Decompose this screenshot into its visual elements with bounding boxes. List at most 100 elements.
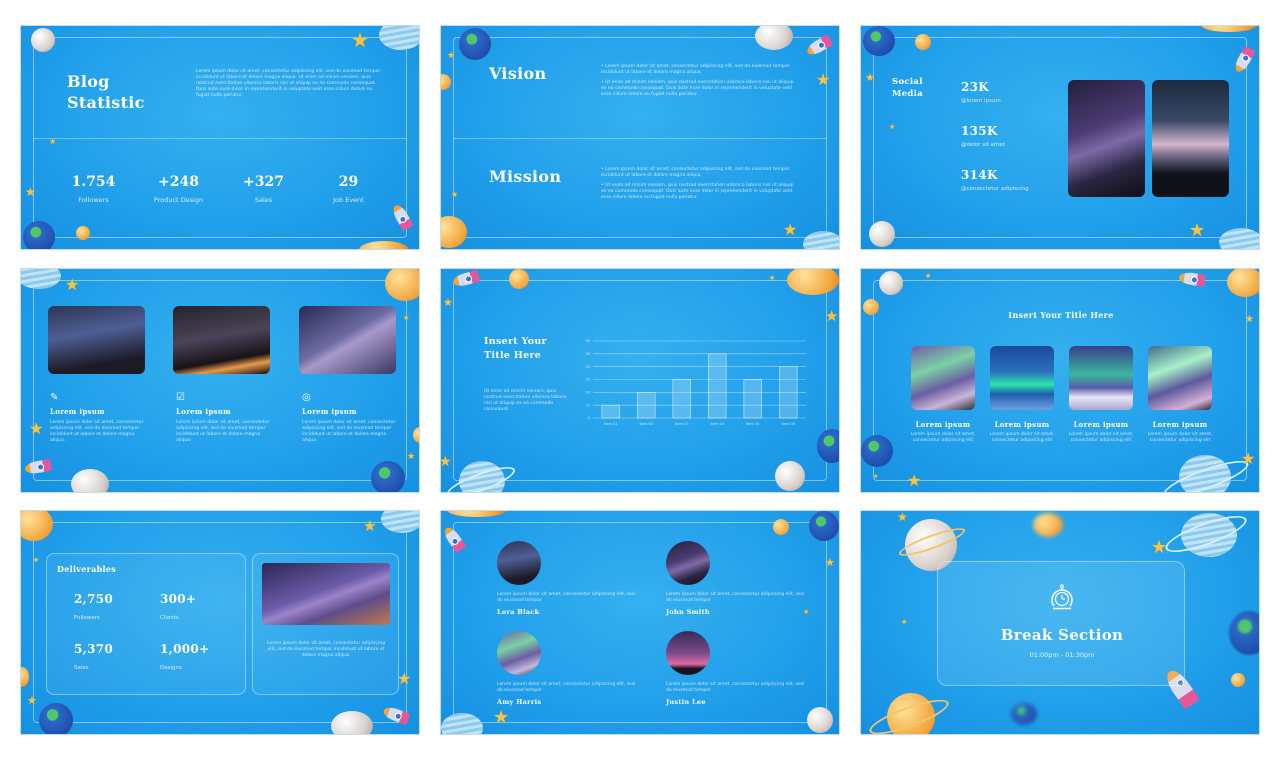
stat-label: Clients — [160, 615, 179, 621]
photo-aurora — [990, 346, 1054, 410]
earth-icon — [39, 703, 73, 734]
y-tick-label: 40 — [586, 365, 590, 369]
star-icon: ★ — [49, 137, 57, 146]
bullet-item: • Lorem ipsum dolor sit amet, consectetu… — [601, 167, 790, 178]
planet-icon — [441, 216, 467, 248]
social-handle[interactable]: @consectetur adipiscing — [961, 186, 1029, 192]
bar-item-05 — [743, 379, 762, 419]
star-icon: ★ — [351, 28, 369, 52]
rocket-icon — [381, 704, 411, 726]
planet-icon — [1201, 26, 1257, 32]
chart-y-axis: 0 10 20 30 40 50 60 — [586, 339, 590, 420]
photo-aurora — [911, 346, 975, 410]
title-line: Statistic — [67, 93, 145, 112]
stat-value: 23K — [961, 80, 990, 94]
team-member: Lorem ipsum dolor sit amet, consectetur … — [666, 541, 806, 616]
chart-description: Ut enim ad minim veniam, quis nostrud ex… — [484, 389, 567, 412]
star-icon: ★ — [816, 70, 831, 89]
slide-four-cards[interactable]: ★ ★ ★ ★ ★ Insert Your Title Here Lorem i… — [860, 268, 1260, 493]
planet-icon — [441, 713, 483, 734]
planet-icon — [1219, 228, 1259, 249]
slide-bar-chart[interactable]: ★ ★ ★ ★ Insert Your Title Here Ut enim a… — [440, 268, 840, 493]
stat-item: 300+ Clients — [160, 592, 196, 621]
title-line: Social — [892, 77, 923, 87]
slide-three-columns[interactable]: ★ ★ ★ ★ ✎ Lorem ipsum Lorem ipsum dolor … — [20, 268, 420, 493]
column-title: Lorem ipsum — [302, 407, 357, 416]
earth-icon — [1229, 611, 1259, 655]
title-line: Blog — [67, 72, 110, 91]
bar-item-01 — [601, 404, 620, 419]
slide-blog-statistic[interactable]: ★ ★ ★ Blog Statistic Lorem ipsum dolor s… — [20, 25, 420, 250]
star-icon: ★ — [403, 314, 410, 322]
slide-title: Insert Your Title Here — [1008, 310, 1114, 320]
planet-icon — [21, 667, 29, 687]
chart-grid — [593, 340, 806, 419]
slide-vision-mission[interactable]: ★ ★ ★ ★ Vision • Lorem ipsum dolor sit a… — [440, 25, 840, 250]
stat-label: Designs — [160, 665, 182, 671]
star-icon: ★ — [493, 707, 510, 728]
photo-milky-way — [262, 563, 390, 625]
planet-icon — [755, 26, 793, 50]
member-name: Amy Harris — [497, 698, 542, 706]
stat-value: 1,000+ — [160, 642, 210, 656]
intro-paragraph: Lorem ipsum dolor sit amet, consectetur … — [196, 69, 381, 98]
earth-icon — [863, 26, 895, 56]
planet-icon — [21, 511, 53, 541]
planet-icon — [331, 711, 373, 734]
earth-icon — [23, 221, 55, 249]
star-icon: ★ — [29, 419, 44, 438]
card-title: Lorem ipsum — [1152, 420, 1208, 429]
slide-team[interactable]: ★ ★ ★ Lorem ipsum dolor sit amet, consec… — [440, 510, 840, 735]
stat-value: 135K — [961, 124, 998, 138]
panel-caption: Lorem ipsum dolor sit amet, consectetur … — [266, 641, 386, 658]
planet-icon — [1227, 269, 1259, 297]
star-icon: ★ — [873, 473, 879, 480]
slide-break-section[interactable]: ★ ★ ★ Break Section 01:00pm - 01:30pm — [860, 510, 1260, 735]
target-icon: ◎ — [302, 392, 311, 403]
slide-deliverables[interactable]: ★ ★ ★ ★ Deliverables 2,750 Followers 300… — [20, 510, 420, 735]
social-handle[interactable]: @dolor sit amet — [961, 142, 1005, 148]
photo-stargazers — [48, 306, 145, 374]
x-tick-label: Item 03 — [675, 422, 689, 426]
planet-icon — [915, 34, 931, 50]
x-tick-label: Item 04 — [710, 422, 724, 426]
star-icon: ★ — [451, 190, 459, 199]
bullet-text: Ut enim ad minim veniam, quis nostrud ex… — [601, 80, 794, 97]
x-tick-label: Item 05 — [746, 422, 760, 426]
stat-label: Sales — [74, 665, 89, 671]
star-icon: ★ — [25, 185, 36, 199]
star-icon: ★ — [769, 274, 776, 282]
x-tick-label: Item 01 — [604, 422, 618, 426]
bullet-text: Lorem ipsum dolor sit amet, consectetur … — [601, 64, 790, 75]
planet-icon — [385, 269, 419, 301]
bar-item-03 — [672, 379, 691, 419]
title-line: Title Here — [484, 350, 542, 361]
rocket-icon — [390, 202, 414, 232]
star-icon: ★ — [397, 669, 412, 688]
x-tick-label: Item 06 — [781, 422, 795, 426]
image-card: Lorem ipsum Lorem ipsum dolor sit amet, … — [910, 346, 976, 444]
planet-icon — [359, 241, 409, 249]
stopwatch-icon-svg — [1051, 584, 1073, 610]
slide-social-media[interactable]: ★ ★ ★ Social Media 23K @lorem ipsum 135K… — [860, 25, 1260, 250]
star-icon: ★ — [407, 452, 416, 462]
star-icon: ★ — [901, 618, 908, 626]
social-handle[interactable]: @lorem ipsum — [961, 98, 1001, 104]
feature-column: ✎ Lorem ipsum Lorem ipsum dolor sit amet… — [50, 392, 145, 444]
stat-item: 1,000+ Designs — [160, 642, 209, 671]
stopwatch-icon — [938, 584, 1186, 616]
star-icon: ★ — [440, 454, 452, 470]
y-tick-label: 20 — [586, 391, 590, 395]
star-icon: ★ — [447, 51, 456, 61]
photo-night-clouds — [1152, 80, 1229, 197]
bullet-item: • Ut enim ad minim veniam, quis nostrud … — [601, 183, 794, 200]
rocket-icon — [1178, 271, 1206, 287]
y-tick-label: 30 — [586, 378, 590, 382]
planet-icon — [76, 226, 90, 240]
earth-icon — [459, 28, 491, 60]
rocket-icon — [24, 458, 52, 476]
member-bio: Lorem ipsum dolor sit amet, consectetur … — [497, 682, 635, 693]
stat-value: +248 — [158, 174, 199, 190]
stat-value: 314K — [961, 168, 998, 182]
star-icon: ★ — [33, 556, 40, 564]
